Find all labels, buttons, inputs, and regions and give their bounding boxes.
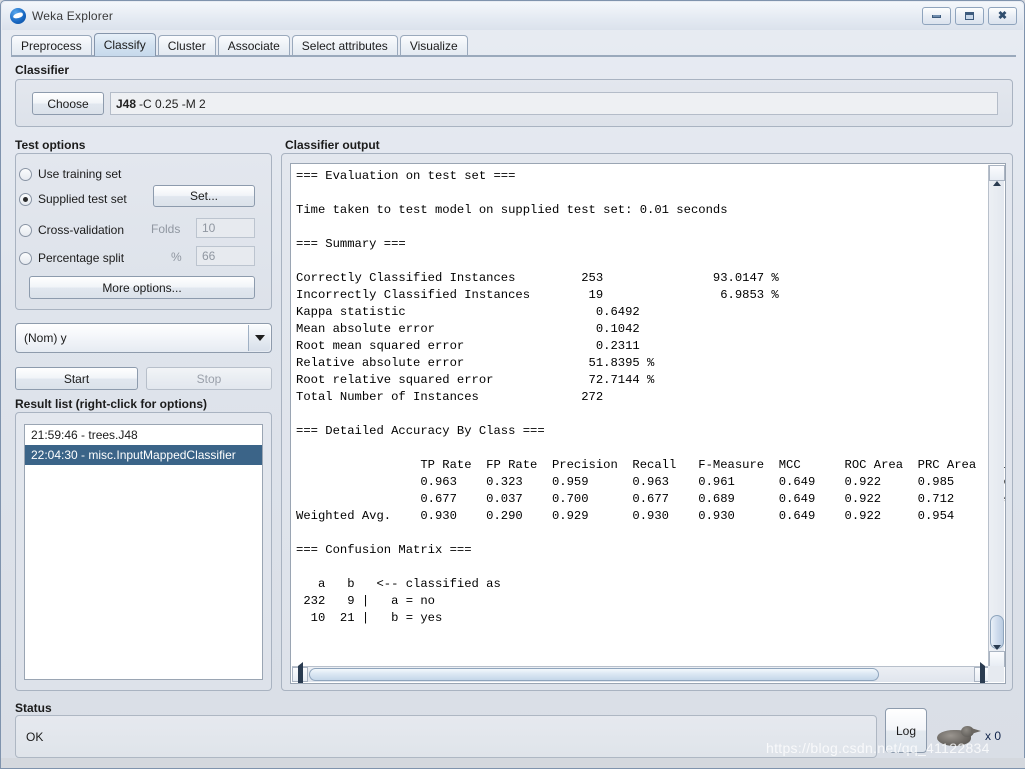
radio-icon (19, 251, 32, 265)
window-title: Weka Explorer (32, 9, 114, 23)
tab-associate[interactable]: Associate (217, 35, 290, 56)
radio-percentage-split[interactable]: Percentage split (19, 249, 124, 267)
classifier-output-group-label: Classifier output (285, 138, 380, 152)
caret-right-icon (980, 666, 985, 684)
tab-cluster[interactable]: Cluster (157, 35, 216, 56)
weka-explorer-window: Weka Explorer ✖ Preprocess Classify Clus… (0, 0, 1025, 769)
start-button[interactable]: Start (15, 367, 138, 390)
weka-bird-animation-icon (935, 724, 981, 748)
radio-selected-icon (19, 192, 32, 206)
classifier-output-text: === Evaluation on test set === Time take… (296, 169, 1005, 625)
classifier-name-field[interactable]: J48 -C 0.25 -M 2 (110, 92, 998, 115)
tab-preprocess[interactable]: Preprocess (11, 35, 92, 56)
status-group-label: Status (15, 701, 52, 715)
maximize-icon (965, 12, 974, 20)
status-message: OK (26, 729, 44, 744)
weka-bird-status: x 0 (935, 719, 1021, 753)
radio-icon (19, 167, 32, 181)
list-item[interactable]: 21:59:46 - trees.J48 (25, 425, 262, 445)
horizontal-scroll-thumb[interactable] (309, 668, 879, 681)
tab-underline (11, 55, 1016, 57)
tab-label: Cluster (167, 39, 206, 53)
classifier-panel: Choose J48 -C 0.25 -M 2 (15, 79, 1013, 127)
scroll-left-button[interactable] (292, 667, 308, 682)
scroll-down-button[interactable] (989, 651, 1005, 667)
radio-supplied-test-set[interactable]: Supplied test set (19, 190, 127, 208)
status-message-box: OK (15, 715, 877, 758)
result-list-group-label: Result list (right-click for options) (15, 397, 208, 411)
window-bottom-strip (1, 758, 1025, 768)
radio-label: Cross-validation (38, 223, 125, 237)
window-controls: ✖ (922, 7, 1017, 25)
choose-button[interactable]: Choose (32, 92, 104, 115)
minimize-button[interactable] (922, 7, 951, 25)
radio-cross-validation[interactable]: Cross-validation (19, 221, 124, 239)
main-tabs: Preprocess Classify Cluster Associate Se… (11, 33, 1016, 56)
radio-label: Percentage split (38, 251, 125, 265)
folds-input[interactable]: 10 (196, 218, 255, 238)
scrollbar-corner (988, 666, 1004, 682)
log-button[interactable]: Log (885, 708, 927, 753)
minimize-icon (932, 14, 941, 18)
maximize-button[interactable] (955, 7, 984, 25)
classifier-output-panel: === Evaluation on test set === Time take… (281, 153, 1013, 691)
horizontal-scrollbar[interactable] (292, 666, 990, 682)
tab-classify[interactable]: Classify (93, 33, 156, 56)
tab-visualize[interactable]: Visualize (399, 35, 468, 56)
percent-split-input[interactable]: 66 (196, 246, 255, 266)
stop-button: Stop (146, 367, 272, 390)
more-options-button[interactable]: More options... (29, 276, 255, 299)
title-bar: Weka Explorer ✖ (2, 2, 1023, 30)
list-item[interactable]: 22:04:30 - misc.InputMappedClassifier (25, 445, 262, 465)
close-icon: ✖ (997, 9, 1008, 22)
percent-label: % (171, 250, 182, 264)
folds-label: Folds (151, 222, 181, 236)
tab-label: Associate (227, 39, 280, 53)
class-attribute-value: (Nom) y (24, 331, 67, 345)
running-task-count: x 0 (985, 729, 1002, 743)
class-attribute-combobox[interactable]: (Nom) y (15, 323, 272, 353)
radio-use-training-set[interactable]: Use training set (19, 165, 121, 183)
chevron-down-icon[interactable] (248, 325, 270, 351)
tab-label: Select attributes (301, 39, 388, 53)
tab-select-attributes[interactable]: Select attributes (291, 35, 398, 56)
vertical-scroll-thumb[interactable] (990, 615, 1004, 649)
scroll-up-button[interactable] (989, 165, 1005, 181)
result-list-panel: 21:59:46 - trees.J48 22:04:30 - misc.Inp… (15, 412, 272, 691)
tab-label: Visualize (409, 39, 458, 53)
classifier-group-label: Classifier (15, 63, 70, 77)
tab-label: Preprocess (21, 39, 82, 53)
close-button[interactable]: ✖ (988, 7, 1017, 25)
radio-label: Supplied test set (38, 192, 127, 206)
caret-left-icon (298, 666, 303, 684)
radio-icon (19, 223, 32, 237)
classifier-name: J48 (116, 96, 137, 111)
classifier-output-area[interactable]: === Evaluation on test set === Time take… (290, 163, 1006, 684)
classifier-options: -C 0.25 -M 2 (139, 96, 206, 111)
result-list[interactable]: 21:59:46 - trees.J48 22:04:30 - misc.Inp… (24, 424, 263, 680)
test-options-group-label: Test options (15, 138, 86, 152)
caret-up-icon (993, 164, 1001, 182)
vertical-scrollbar[interactable] (988, 165, 1005, 667)
weka-bird-icon (10, 8, 26, 24)
set-button[interactable]: Set... (153, 185, 255, 207)
tab-label: Classify (103, 38, 146, 52)
radio-label: Use training set (38, 167, 122, 181)
